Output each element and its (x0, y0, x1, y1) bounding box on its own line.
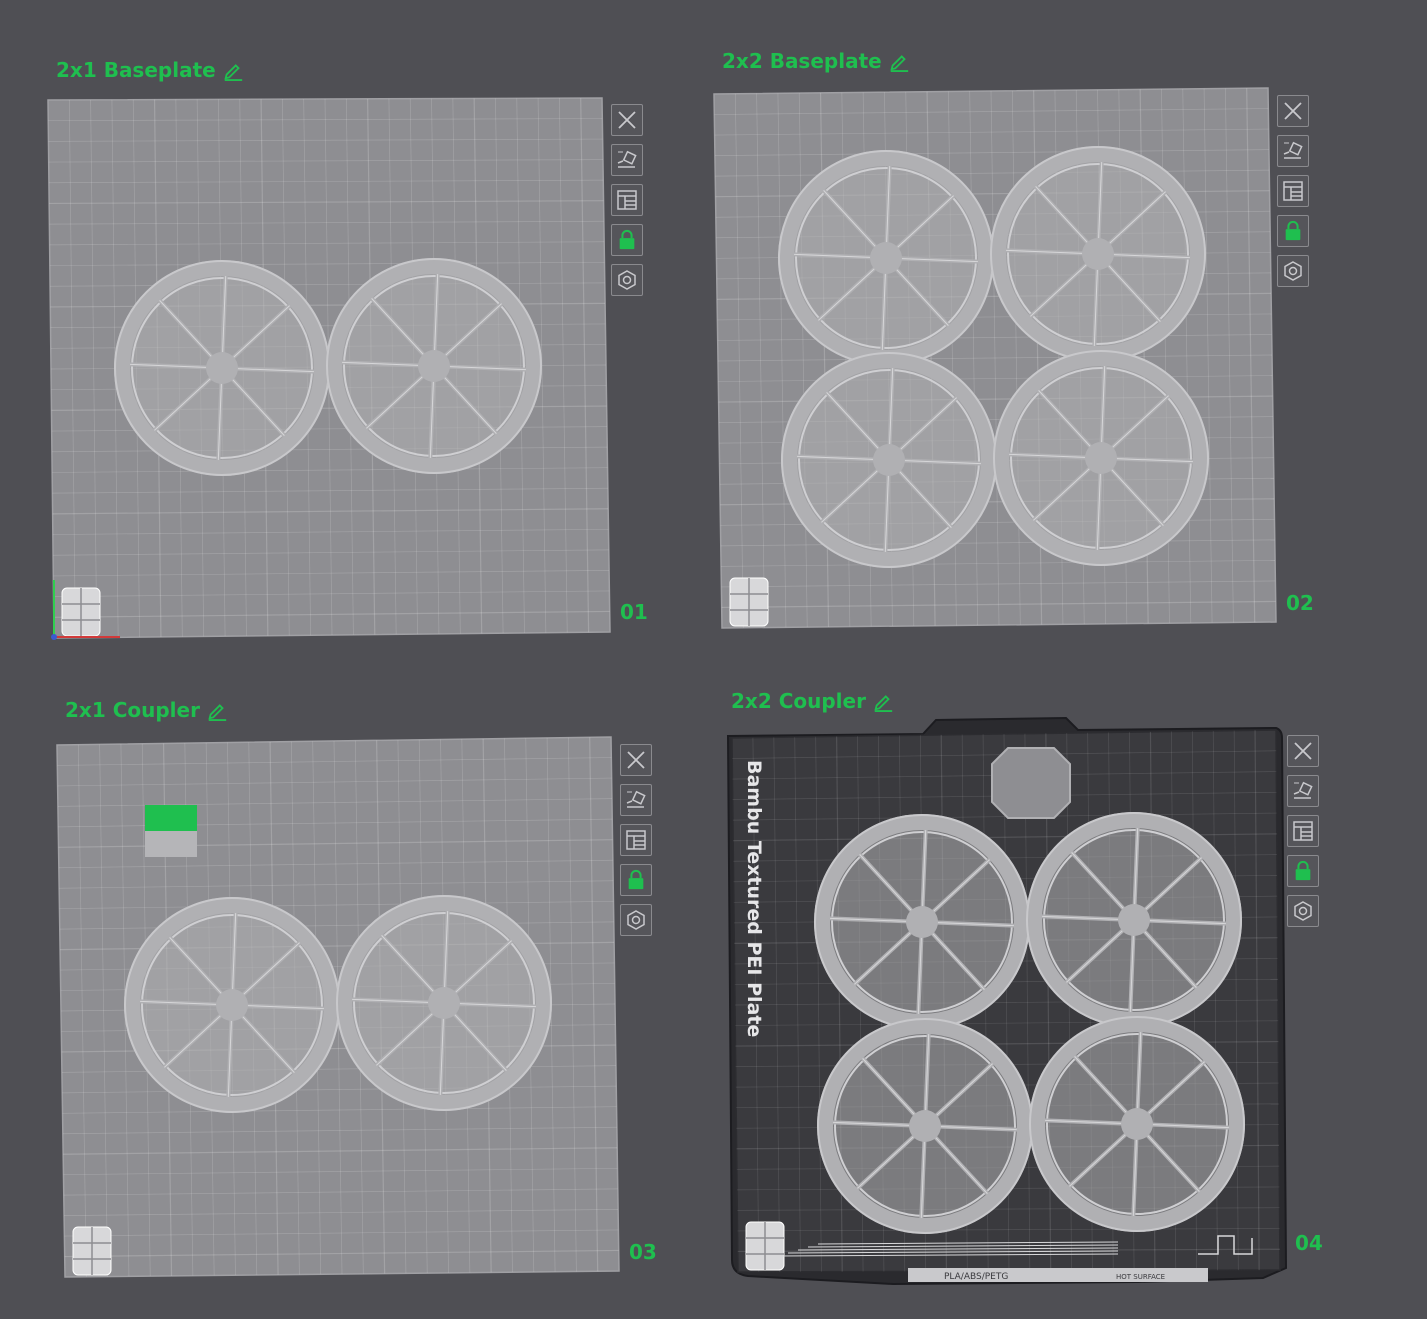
hexagon-button[interactable] (1287, 895, 1319, 927)
plate-1-title[interactable]: 2x1 Baseplate (56, 58, 244, 82)
bed-origin-marker (72, 1226, 112, 1276)
plate-3-title[interactable]: 2x1 Coupler (65, 698, 228, 722)
plate-3-number: 03 (629, 1240, 657, 1264)
lock-button[interactable] (1277, 215, 1309, 247)
lock-icon (1292, 860, 1314, 882)
bed-origin-marker (745, 1221, 785, 1271)
plate-4-number: 04 (1295, 1231, 1323, 1255)
close-icon (1281, 99, 1305, 123)
wheel-part[interactable] (781, 352, 997, 568)
hexagon-icon (1291, 899, 1315, 923)
lock-button[interactable] (1287, 855, 1319, 887)
auto-orient-button[interactable] (620, 784, 652, 816)
plate-3-toolbar (620, 744, 652, 936)
plate-4-bed[interactable]: Bambu Textured PEI Plate PLA/ABS/PETG HOT … (718, 708, 1298, 1298)
wheel-part[interactable] (993, 350, 1209, 566)
bed-origin-marker (729, 577, 769, 627)
lock-icon (1282, 220, 1304, 242)
hexagon-icon (624, 908, 648, 932)
close-button[interactable] (611, 104, 643, 136)
pencil-icon[interactable] (888, 50, 910, 72)
wheel-part[interactable] (326, 258, 542, 474)
plate-2-title[interactable]: 2x2 Baseplate (722, 49, 910, 73)
hexagon-button[interactable] (611, 264, 643, 296)
plate-2-number: 02 (1286, 591, 1314, 615)
wheel-part[interactable] (814, 814, 1030, 1030)
lock-icon (616, 229, 638, 251)
hexagon-button[interactable] (1277, 255, 1309, 287)
arrange-icon (1291, 819, 1315, 843)
plate-4-toolbar (1287, 735, 1319, 927)
plate-3-bed[interactable] (49, 731, 629, 1291)
plate-1-number: 01 (620, 600, 648, 624)
plate-2-bed[interactable] (706, 82, 1286, 642)
wheel-part[interactable] (124, 897, 340, 1113)
filament-label: PLA/ABS/PETG (944, 1272, 1008, 1282)
wheel-part[interactable] (114, 260, 330, 476)
plate-1-bed[interactable] (40, 90, 620, 650)
lock-button[interactable] (620, 864, 652, 896)
hexagon-button[interactable] (620, 904, 652, 936)
pencil-icon[interactable] (206, 699, 228, 721)
hot-surface-label: HOT SURFACE (1116, 1273, 1165, 1281)
close-icon (615, 108, 639, 132)
lock-button[interactable] (611, 224, 643, 256)
plate-3-title-text: 2x1 Coupler (65, 698, 200, 722)
wheel-part[interactable] (336, 895, 552, 1111)
close-button[interactable] (1277, 95, 1309, 127)
auto-orient-icon (1281, 139, 1305, 163)
plate-2-title-text: 2x2 Baseplate (722, 49, 882, 73)
arrange-button[interactable] (1277, 175, 1309, 207)
plate-2-toolbar (1277, 95, 1309, 287)
close-icon (624, 748, 648, 772)
hexagon-icon (615, 268, 639, 292)
close-button[interactable] (1287, 735, 1319, 767)
arrange-button[interactable] (611, 184, 643, 216)
bed-label-strip: PLA/ABS/PETG HOT SURFACE (908, 1268, 1208, 1282)
auto-orient-icon (624, 788, 648, 812)
wheel-part[interactable] (990, 146, 1206, 362)
arrange-icon (1281, 179, 1305, 203)
arrange-icon (624, 828, 648, 852)
wheel-part[interactable] (1026, 812, 1242, 1028)
close-icon (1291, 739, 1315, 763)
bed-origin-marker (61, 587, 101, 637)
lock-icon (625, 869, 647, 891)
wheel-part[interactable] (778, 150, 994, 366)
arrange-button[interactable] (1287, 815, 1319, 847)
coupler-part[interactable] (991, 747, 1071, 819)
arrange-icon (615, 188, 639, 212)
auto-orient-button[interactable] (611, 144, 643, 176)
coupler-part[interactable] (145, 805, 197, 857)
pencil-icon[interactable] (222, 59, 244, 81)
bed-brand-text: Bambu Textured PEI Plate (743, 760, 765, 1037)
close-button[interactable] (620, 744, 652, 776)
plate-1-title-text: 2x1 Baseplate (56, 58, 216, 82)
hexagon-icon (1281, 259, 1305, 283)
auto-orient-button[interactable] (1277, 135, 1309, 167)
auto-orient-button[interactable] (1287, 775, 1319, 807)
wheel-part[interactable] (817, 1018, 1033, 1234)
plate-1-toolbar (611, 104, 643, 296)
arrange-button[interactable] (620, 824, 652, 856)
wheel-part[interactable] (1029, 1016, 1245, 1232)
auto-orient-icon (615, 148, 639, 172)
auto-orient-icon (1291, 779, 1315, 803)
